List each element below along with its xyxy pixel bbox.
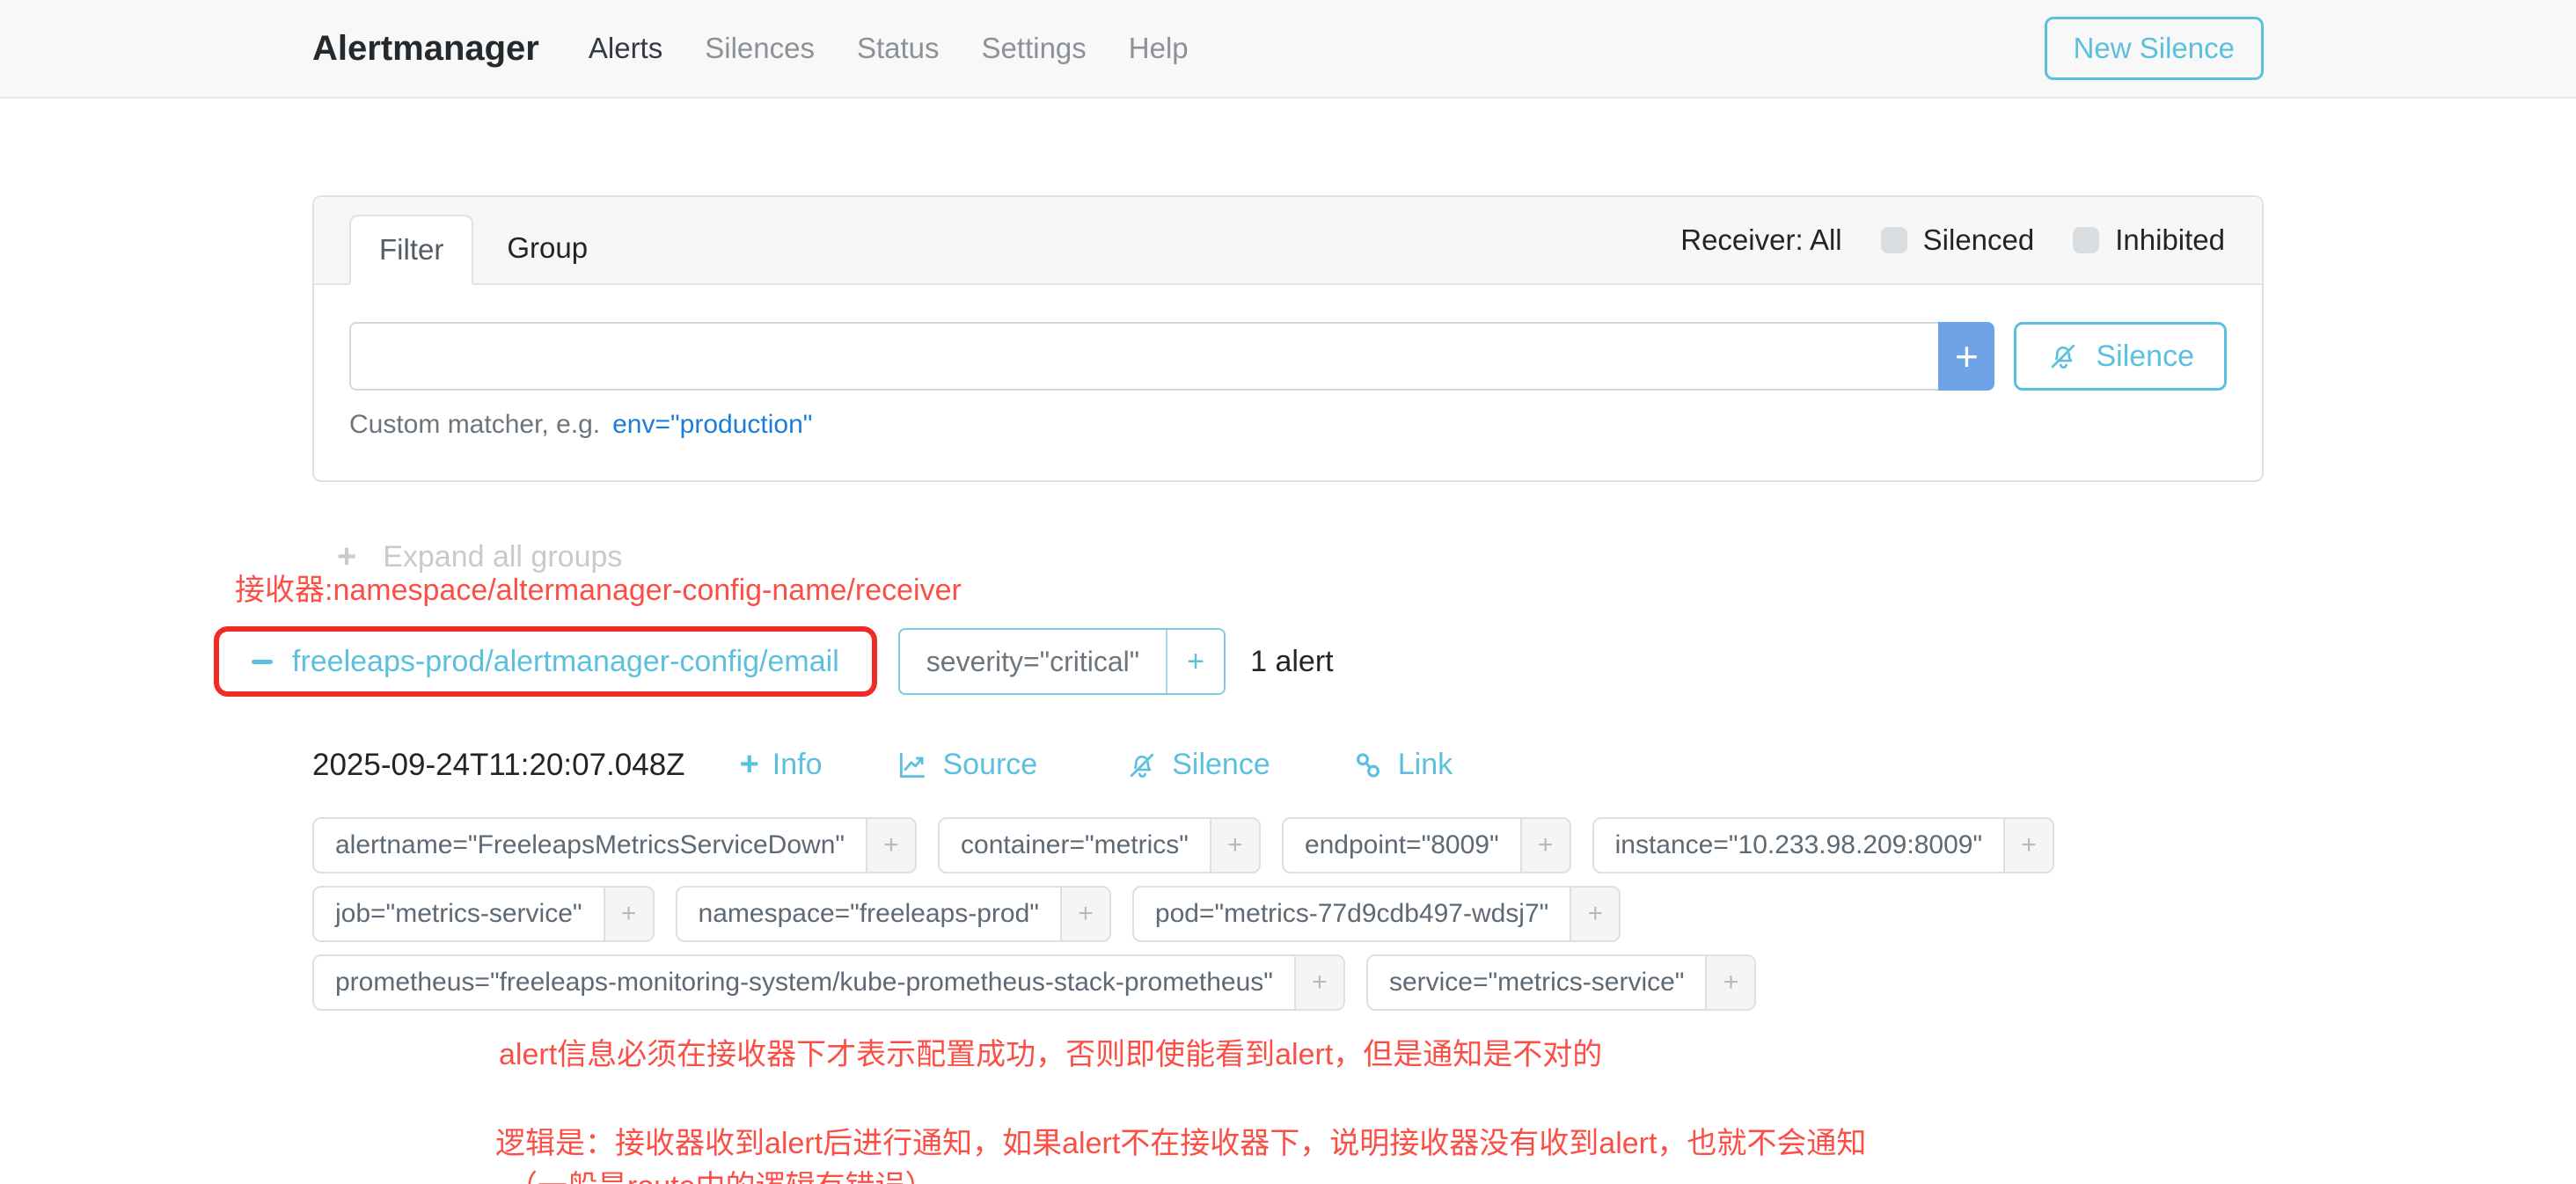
alert-label-chip: service="metrics-service" +	[1366, 954, 1757, 1011]
annotation-config-note: alert信息必须在接收器下才表示配置成功，否则即使能看到alert，但是通知是…	[499, 1030, 2264, 1073]
alert-label-chip: endpoint="8009" +	[1282, 817, 1571, 873]
link-link-label: Link	[1398, 748, 1453, 782]
alert-timestamp: 2025-09-24T11:20:07.048Z	[312, 748, 685, 783]
filter-card: Filter Group Receiver: All Silenced Inhi…	[312, 195, 2264, 482]
top-navbar: Alertmanager Alerts Silences Status Sett…	[0, 0, 2576, 99]
group-key-add-filter-button[interactable]: +	[1167, 630, 1224, 693]
plus-icon: +	[740, 746, 759, 784]
new-silence-button[interactable]: New Silence	[2045, 17, 2264, 80]
bell-slash-icon	[2046, 340, 2080, 373]
alert-label-text: namespace="freeleaps-prod"	[677, 888, 1060, 940]
tab-group[interactable]: Group	[473, 213, 621, 283]
label-add-filter-button[interactable]: +	[1294, 956, 1343, 1009]
receiver-group-name: freeleaps-prod/alertmanager-config/email	[292, 645, 839, 679]
label-add-filter-button[interactable]: +	[2003, 819, 2053, 872]
label-add-filter-button[interactable]: +	[1705, 956, 1754, 1009]
silence-button-label: Silence	[2096, 340, 2194, 374]
receiver-filter-label[interactable]: Receiver: All	[1680, 223, 1841, 257]
matcher-input[interactable]	[349, 322, 1938, 391]
nav-item-help[interactable]: Help	[1129, 32, 1189, 65]
annotation-logic-note: 逻辑是：接收器收到alert后进行通知，如果alert不在接收器下，说明接收器没…	[495, 1122, 2264, 1184]
alert-label-text: instance="10.233.98.209:8009"	[1594, 819, 2003, 872]
receiver-group-row: freeleaps-prod/alertmanager-config/email…	[214, 626, 2264, 697]
alert-silence-link[interactable]: Silence	[1125, 748, 1270, 782]
label-add-filter-button[interactable]: +	[866, 819, 915, 872]
alert-label-text: pod="metrics-77d9cdb497-wdsj7"	[1134, 888, 1570, 940]
alert-label-text: job="metrics-service"	[314, 888, 604, 940]
alert-label-chip: pod="metrics-77d9cdb497-wdsj7" +	[1132, 886, 1621, 942]
alert-label-chip: alertname="FreeleapsMetricsServiceDown" …	[312, 817, 917, 873]
label-add-filter-button[interactable]: +	[1060, 888, 1109, 940]
nav-item-settings[interactable]: Settings	[982, 32, 1087, 65]
label-add-filter-button[interactable]: +	[1210, 819, 1259, 872]
alert-label-text: service="metrics-service"	[1368, 956, 1706, 1009]
inhibited-checkbox[interactable]	[2073, 227, 2099, 253]
alert-label-text: container="metrics"	[940, 819, 1210, 872]
inhibited-checkbox-label: Inhibited	[2115, 223, 2225, 257]
alert-count: 1 alert	[1250, 645, 1334, 679]
alert-source-link[interactable]: Source	[896, 748, 1037, 782]
info-link-label: Info	[772, 748, 823, 782]
alert-label-chip: namespace="freeleaps-prod" +	[676, 886, 1111, 942]
annotation-receiver-format: 接收器:namespace/altermanager-config-name/r…	[235, 566, 2264, 609]
bell-slash-icon	[1125, 749, 1159, 782]
label-add-filter-button[interactable]: +	[1520, 819, 1570, 872]
silenced-checkbox[interactable]	[1881, 227, 1907, 253]
link-icon	[1351, 749, 1385, 782]
alert-label-chip: prometheus="freeleaps-monitoring-system/…	[312, 954, 1345, 1011]
helper-text: Custom matcher, e.g.	[349, 410, 600, 440]
label-add-filter-button[interactable]: +	[1570, 888, 1619, 940]
alert-label-chip: container="metrics" +	[938, 817, 1261, 873]
alert-label-text: alertname="FreeleapsMetricsServiceDown"	[314, 819, 866, 872]
inhibited-checkbox-wrap[interactable]: Inhibited	[2073, 223, 2225, 257]
silence-matchers-button[interactable]: Silence	[2014, 322, 2227, 391]
nav-item-silences[interactable]: Silences	[705, 32, 815, 65]
receiver-group-button[interactable]: freeleaps-prod/alertmanager-config/email	[222, 634, 869, 689]
alert-label-text: prometheus="freeleaps-monitoring-system/…	[314, 956, 1294, 1009]
tab-filter[interactable]: Filter	[349, 215, 473, 285]
group-key-chip: severity="critical" +	[898, 628, 1226, 695]
alert-label-chip: job="metrics-service" +	[312, 886, 655, 942]
label-add-filter-button[interactable]: +	[604, 888, 653, 940]
main-nav: Alerts Silences Status Settings Help	[589, 32, 1189, 65]
annotation-highlight-box: freeleaps-prod/alertmanager-config/email	[214, 626, 877, 697]
chart-icon	[896, 749, 929, 782]
source-link-label: Source	[942, 748, 1037, 782]
alert-label-text: endpoint="8009"	[1284, 819, 1520, 872]
alert-info-link[interactable]: + Info	[740, 746, 823, 784]
annotation-logic-line2: （一般是route中的逻辑有错误）	[495, 1166, 2264, 1184]
alert-header-row: 2025-09-24T11:20:07.048Z + Info Source S…	[312, 746, 2264, 784]
app-brand[interactable]: Alertmanager	[312, 29, 539, 69]
nav-item-alerts[interactable]: Alerts	[589, 32, 662, 65]
nav-item-status[interactable]: Status	[857, 32, 940, 65]
alert-link-link[interactable]: Link	[1351, 748, 1453, 782]
silenced-checkbox-label: Silenced	[1923, 223, 2035, 257]
alert-labels: alertname="FreeleapsMetricsServiceDown" …	[312, 817, 2264, 1011]
silenced-checkbox-wrap[interactable]: Silenced	[1881, 223, 2035, 257]
add-matcher-button[interactable]: +	[1938, 322, 1994, 391]
silence-link-label: Silence	[1172, 748, 1270, 782]
minus-icon	[252, 660, 273, 664]
filter-card-body: + Silence Custom matcher, e.g. env="prod…	[314, 285, 2262, 480]
filter-card-header: Filter Group Receiver: All Silenced Inhi…	[314, 197, 2262, 285]
group-key-text: severity="critical"	[900, 630, 1166, 693]
helper-example-link[interactable]: env="production"	[612, 410, 812, 440]
annotation-logic-line1: 逻辑是：接收器收到alert后进行通知，如果alert不在接收器下，说明接收器没…	[495, 1122, 2264, 1166]
alert-label-chip: instance="10.233.98.209:8009" +	[1592, 817, 2054, 873]
matcher-helper: Custom matcher, e.g. env="production"	[349, 410, 2227, 440]
